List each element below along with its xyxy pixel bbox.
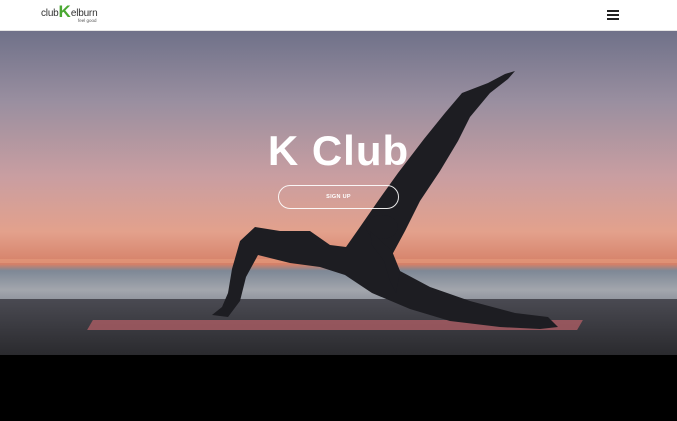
hamburger-menu-icon[interactable] <box>607 10 619 20</box>
club-kelburn-logo[interactable]: clubKelburn feel good <box>41 2 98 26</box>
sign-up-button[interactable]: SIGN UP <box>278 185 399 209</box>
logo-tagline: feel good <box>78 18 97 23</box>
hero-section: K Club SIGN UP <box>0 31 677 355</box>
page-bottom-area <box>0 355 677 421</box>
logo-text-k: K <box>58 2 71 21</box>
logo-text-club: club <box>41 8 59 19</box>
site-header: clubKelburn feel good <box>0 0 677 31</box>
hero-title: K Club <box>267 127 410 174</box>
